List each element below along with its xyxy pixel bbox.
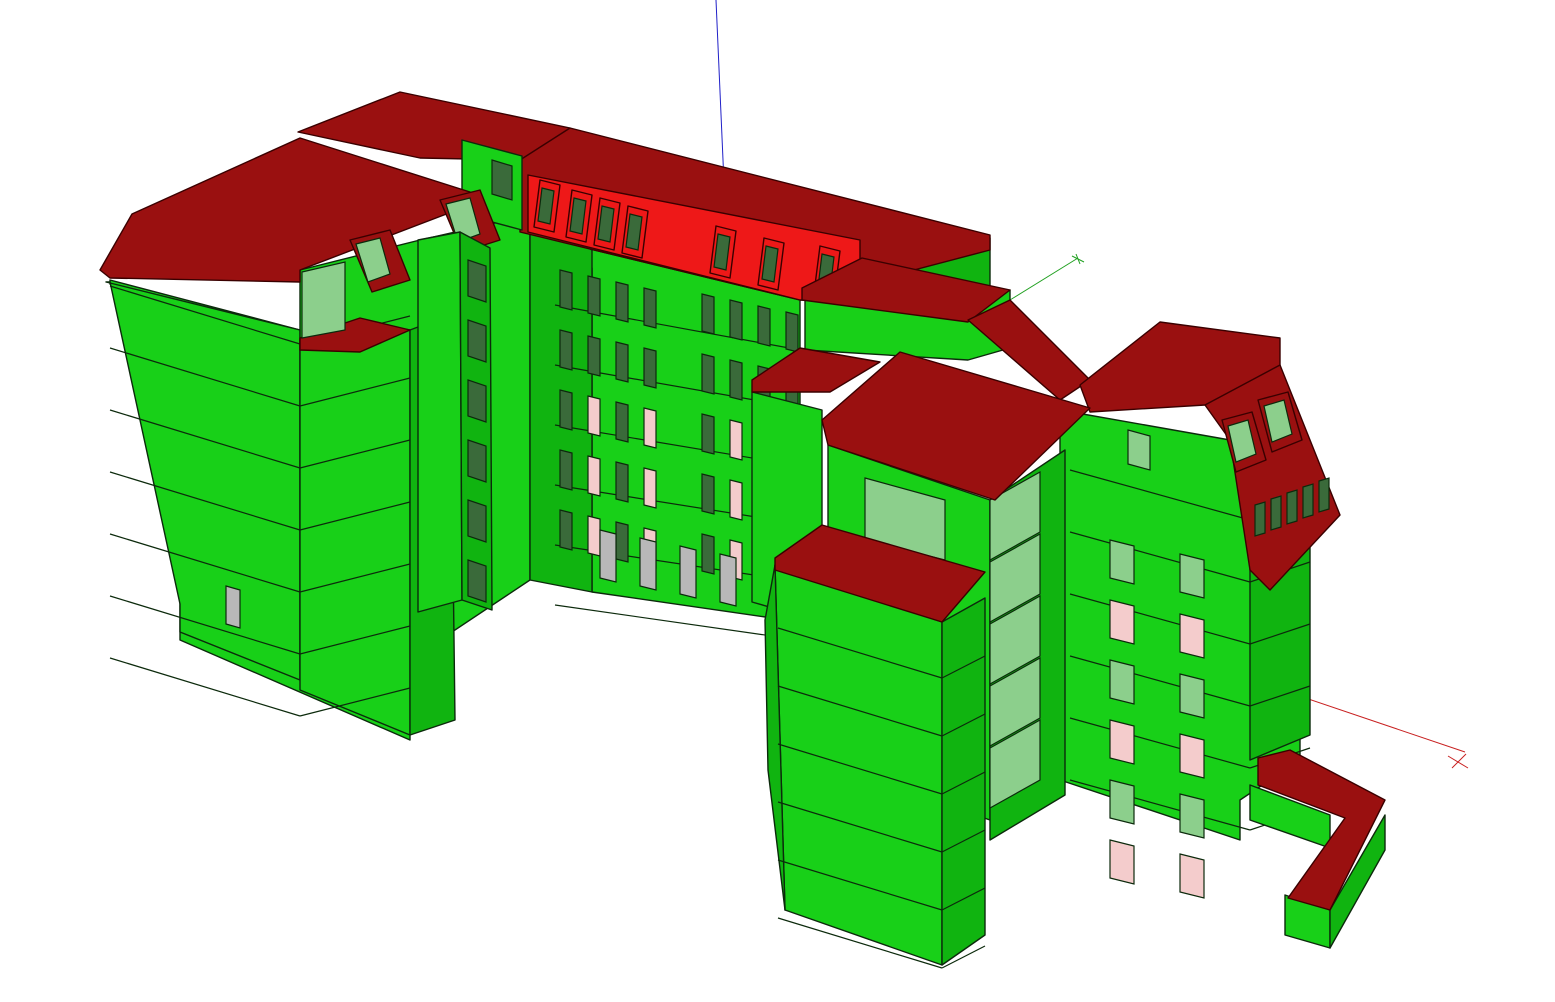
stair-window <box>467 439 487 483</box>
central-window <box>615 461 629 503</box>
central-window <box>729 479 743 521</box>
central-window <box>729 359 743 401</box>
attic-window <box>301 261 346 339</box>
central-window <box>587 395 601 437</box>
central-window <box>559 329 573 371</box>
right-window <box>1179 733 1205 779</box>
ground-door <box>679 545 697 599</box>
central-window <box>615 401 629 443</box>
central-window <box>643 347 657 389</box>
dormer-window <box>1302 483 1314 519</box>
dormer-window <box>1318 477 1330 513</box>
right-window <box>1179 793 1205 839</box>
central-window <box>559 449 573 491</box>
ground-door <box>599 529 617 583</box>
stair-window <box>467 379 487 423</box>
right-window <box>1179 553 1205 599</box>
central-window <box>587 275 601 317</box>
central-window <box>587 335 601 377</box>
central-window <box>701 353 715 395</box>
left-wing-gable <box>105 281 301 681</box>
central-window <box>729 299 743 341</box>
right-window <box>1179 673 1205 719</box>
ground-door <box>719 553 737 607</box>
central-window <box>559 389 573 431</box>
y-axis-line <box>1009 257 1079 301</box>
left-stair-tower <box>417 231 463 613</box>
stair-window <box>467 499 487 543</box>
upper-left-window <box>491 159 513 201</box>
model-viewport[interactable] <box>0 0 1555 1002</box>
ground-door <box>639 537 657 591</box>
right-window <box>1109 779 1135 825</box>
stair-window <box>467 559 487 603</box>
dormer-window <box>1254 501 1266 537</box>
right-window <box>1109 659 1135 705</box>
right-window <box>1109 539 1135 585</box>
central-window <box>785 311 799 353</box>
central-window <box>615 341 629 383</box>
dormer-window <box>1270 495 1282 531</box>
right-window <box>1109 839 1135 885</box>
central-window <box>757 305 771 347</box>
x-axis-marker <box>1447 753 1469 769</box>
central-window <box>643 287 657 329</box>
central-window <box>701 293 715 335</box>
central-window <box>643 407 657 449</box>
y-axis-marker <box>1071 253 1085 265</box>
building-3d-model[interactable] <box>0 0 1555 1002</box>
front-block-face <box>774 564 943 966</box>
central-window <box>643 467 657 509</box>
central-window <box>587 515 601 557</box>
left-wing-door <box>225 585 241 629</box>
stair-window <box>467 259 487 303</box>
central-window <box>701 473 715 515</box>
left-wing-projection <box>299 324 411 736</box>
right-window <box>1179 853 1205 899</box>
right-window <box>1109 719 1135 765</box>
right-window <box>1127 429 1151 471</box>
central-window <box>559 269 573 311</box>
central-window <box>615 281 629 323</box>
central-window <box>729 419 743 461</box>
right-window <box>1109 599 1135 645</box>
central-window <box>587 455 601 497</box>
dormer-window <box>1286 489 1298 525</box>
central-window <box>701 533 715 575</box>
right-window <box>1179 613 1205 659</box>
right-main-block <box>1059 321 1386 949</box>
front-block-side <box>941 597 986 966</box>
central-window <box>559 509 573 551</box>
left-wing <box>99 137 501 741</box>
central-window <box>701 413 715 455</box>
stair-window <box>467 319 487 363</box>
central-window <box>615 521 629 563</box>
